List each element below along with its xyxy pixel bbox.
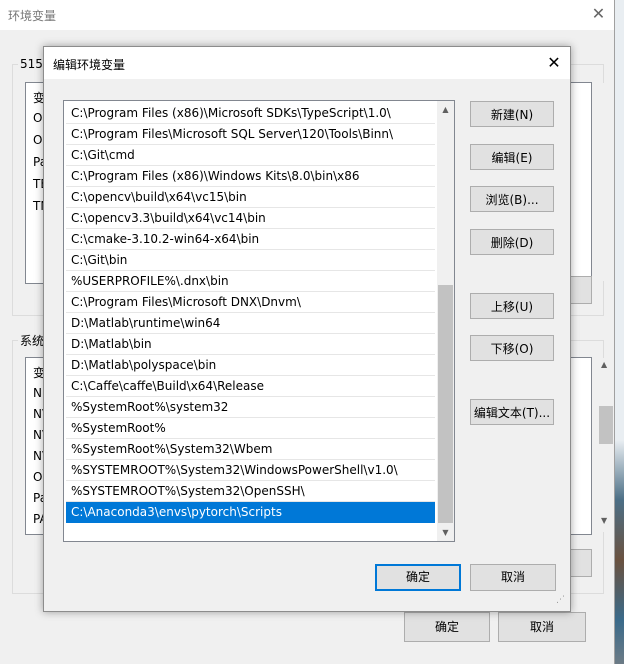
dialog-titlebar[interactable]: 编辑环境变量 ✕ (44, 47, 570, 79)
path-row[interactable]: C:\opencv3.3\build\x64\vc14\bin (66, 208, 435, 229)
bg-user-scrollbar[interactable] (598, 83, 614, 281)
path-row[interactable]: C:\cmake-3.10.2-win64-x64\bin (66, 229, 435, 250)
path-row-selected[interactable]: C:\Anaconda3\envs\pytorch\Scripts (66, 502, 435, 523)
path-row[interactable]: D:\Matlab\runtime\win64 (66, 313, 435, 334)
path-row[interactable]: %USERPROFILE%\.dnx\bin (66, 271, 435, 292)
bg-cancel-button[interactable]: 取消 (498, 612, 586, 642)
bg-ok-button[interactable]: 确定 (404, 612, 490, 642)
path-list-scrollbar[interactable]: ▲ ▼ (437, 101, 454, 541)
path-row[interactable]: C:\opencv\build\x64\vc15\bin (66, 187, 435, 208)
bg-system-button[interactable] (570, 549, 592, 577)
user-group-label: 515 (18, 57, 45, 71)
dialog-title: 编辑环境变量 (53, 58, 126, 72)
path-row[interactable]: %SYSTEMROOT%\System32\OpenSSH\ (66, 481, 435, 502)
system-group-label: 系统 (18, 332, 47, 349)
path-row[interactable]: C:\Caffe\caffe\Build\x64\Release (66, 376, 435, 397)
bg-system-scrollbar[interactable]: ▲ ▼ (598, 358, 614, 532)
close-icon[interactable]: ✕ (538, 47, 570, 79)
path-row[interactable]: C:\Git\cmd (66, 145, 435, 166)
desktop-background (614, 0, 624, 664)
move-down-button[interactable]: 下移(O) (470, 335, 554, 361)
path-row[interactable]: %SYSTEMROOT%\System32\WindowsPowerShell\… (66, 460, 435, 481)
path-row[interactable]: C:\Program Files (x86)\Microsoft SDKs\Ty… (66, 103, 435, 124)
edit-button[interactable]: 编辑(E) (470, 144, 554, 170)
path-row[interactable]: D:\Matlab\polyspace\bin (66, 355, 435, 376)
path-row[interactable]: C:\Program Files (x86)\Windows Kits\8.0\… (66, 166, 435, 187)
path-row[interactable]: C:\Program Files\Microsoft DNX\Dnvm\ (66, 292, 435, 313)
cancel-button[interactable]: 取消 (470, 564, 556, 591)
bg-user-button[interactable] (570, 276, 592, 304)
browse-button[interactable]: 浏览(B)... (470, 186, 554, 212)
path-row[interactable]: %SystemRoot% (66, 418, 435, 439)
ok-button[interactable]: 确定 (375, 564, 461, 591)
path-row[interactable]: %SystemRoot%\system32 (66, 397, 435, 418)
bg-titlebar: 环境变量 ✕ (0, 0, 614, 30)
chevron-up-icon[interactable]: ▲ (437, 101, 454, 118)
path-row[interactable]: C:\Program Files\Microsoft SQL Server\12… (66, 124, 435, 145)
new-button[interactable]: 新建(N) (470, 101, 554, 127)
path-row[interactable]: %SystemRoot%\System32\Wbem (66, 439, 435, 460)
edit-text-button[interactable]: 编辑文本(T)... (470, 399, 554, 425)
path-list[interactable]: C:\Program Files (x86)\Microsoft SDKs\Ty… (63, 100, 455, 542)
chevron-up-icon[interactable]: ▲ (601, 360, 607, 369)
chevron-down-icon[interactable]: ▼ (437, 524, 454, 541)
path-row[interactable]: D:\Matlab\bin (66, 334, 435, 355)
bg-system-scroll-thumb[interactable] (599, 406, 613, 444)
chevron-down-icon[interactable]: ▼ (601, 516, 607, 525)
scroll-thumb[interactable] (438, 285, 453, 523)
bg-window-title: 环境变量 (8, 9, 57, 23)
path-row[interactable]: C:\Git\bin (66, 250, 435, 271)
delete-button[interactable]: 删除(D) (470, 229, 554, 255)
bg-close-icon[interactable]: ✕ (583, 0, 614, 30)
edit-environment-variable-dialog: 编辑环境变量 ✕ C:\Program Files (x86)\Microsof… (43, 46, 571, 612)
resize-grip-icon[interactable]: ⋰ (556, 596, 568, 609)
move-up-button[interactable]: 上移(U) (470, 293, 554, 319)
